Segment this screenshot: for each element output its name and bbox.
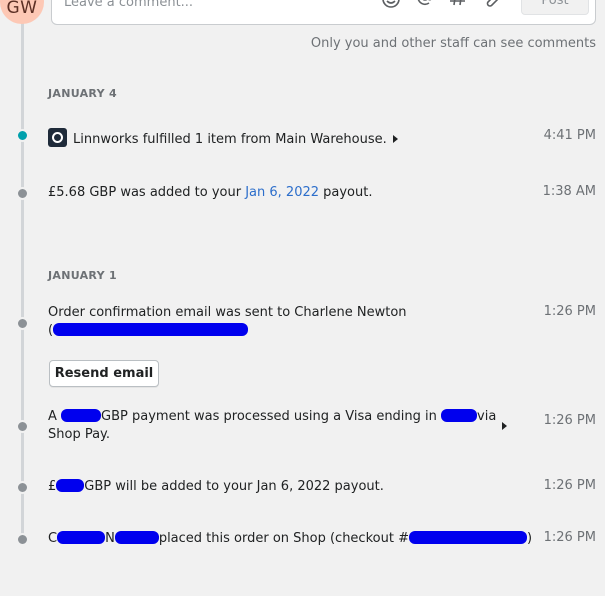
attachment-icon[interactable] <box>483 0 503 11</box>
emoji-icon[interactable] <box>381 0 401 11</box>
event-text: Order confirmation email was sent to Cha… <box>48 305 407 320</box>
event-time: 1:38 AM <box>542 184 596 199</box>
event-text: ) <box>526 531 533 546</box>
timeline-dot <box>16 420 29 433</box>
redaction-mark <box>53 323 249 336</box>
timeline-dot <box>16 129 29 142</box>
event-text: placed this order on Shop (checkout # <box>158 531 409 546</box>
timeline-dot <box>16 187 29 200</box>
event-text: A <box>48 409 62 424</box>
event-text: Shop Pay. <box>48 427 111 442</box>
payout-date-link[interactable]: Jan 6, 2022 <box>245 185 319 200</box>
staff-visibility-note: Only you and other staff can see comment… <box>310 36 596 51</box>
event-text: £ <box>48 479 57 494</box>
redaction-mark <box>57 531 106 544</box>
avatar: GW <box>0 0 44 24</box>
timeline-line <box>21 0 24 545</box>
event-text: GBP payment was processed using a Visa e… <box>101 409 442 424</box>
event-confirmation-email: Order confirmation email was sent to Cha… <box>48 304 407 340</box>
timeline-dot <box>16 481 29 494</box>
resend-email-button[interactable]: Resend email <box>49 360 159 387</box>
event-payout-pending: £ GBP will be added to your Jan 6, 2022 p… <box>48 478 384 496</box>
comment-input[interactable]: Leave a comment... Post <box>51 0 596 25</box>
redaction-mark <box>56 479 85 492</box>
expand-caret-icon[interactable] <box>392 135 398 143</box>
redaction-mark <box>114 531 159 544</box>
event-payout-added: £5.68 GBP was added to your Jan 6, 2022 … <box>48 184 372 202</box>
date-heading: JANUARY 4 <box>48 87 117 100</box>
timeline-dot <box>16 317 29 330</box>
event-fulfillment[interactable]: Linnworks fulfilled 1 item from Main War… <box>48 128 398 149</box>
event-text: via <box>477 409 497 424</box>
event-time: 1:26 PM <box>543 413 596 428</box>
event-time: 4:41 PM <box>543 128 596 143</box>
post-button[interactable]: Post <box>521 0 589 15</box>
redaction-mark <box>441 409 478 422</box>
event-order-placed: C Nplaced this order on Shop (checkout #) <box>48 530 532 548</box>
event-text: C <box>48 531 58 546</box>
date-heading: JANUARY 1 <box>48 269 117 282</box>
comment-toolbar <box>381 0 503 11</box>
linnworks-app-icon <box>48 128 67 147</box>
event-text: GBP will be added to your Jan 6, 2022 pa… <box>84 479 384 494</box>
event-text: payout. <box>319 185 373 200</box>
event-time: 1:26 PM <box>543 530 596 545</box>
timeline-dot <box>16 533 29 546</box>
event-payment-processed: A GBP payment was processed using a Visa… <box>48 408 496 444</box>
event-text: N <box>105 531 115 546</box>
redaction-mark <box>61 409 102 422</box>
event-time: 1:26 PM <box>543 478 596 493</box>
event-time: 1:26 PM <box>543 304 596 319</box>
event-text: Linnworks fulfilled 1 item from Main War… <box>73 132 387 147</box>
redaction-mark <box>408 531 527 544</box>
mention-icon[interactable] <box>415 0 435 11</box>
expand-caret-icon[interactable] <box>502 422 507 430</box>
comment-placeholder: Leave a comment... <box>64 0 194 10</box>
event-text: £5.68 GBP was added to your <box>48 185 246 200</box>
hashtag-icon[interactable] <box>449 0 469 11</box>
